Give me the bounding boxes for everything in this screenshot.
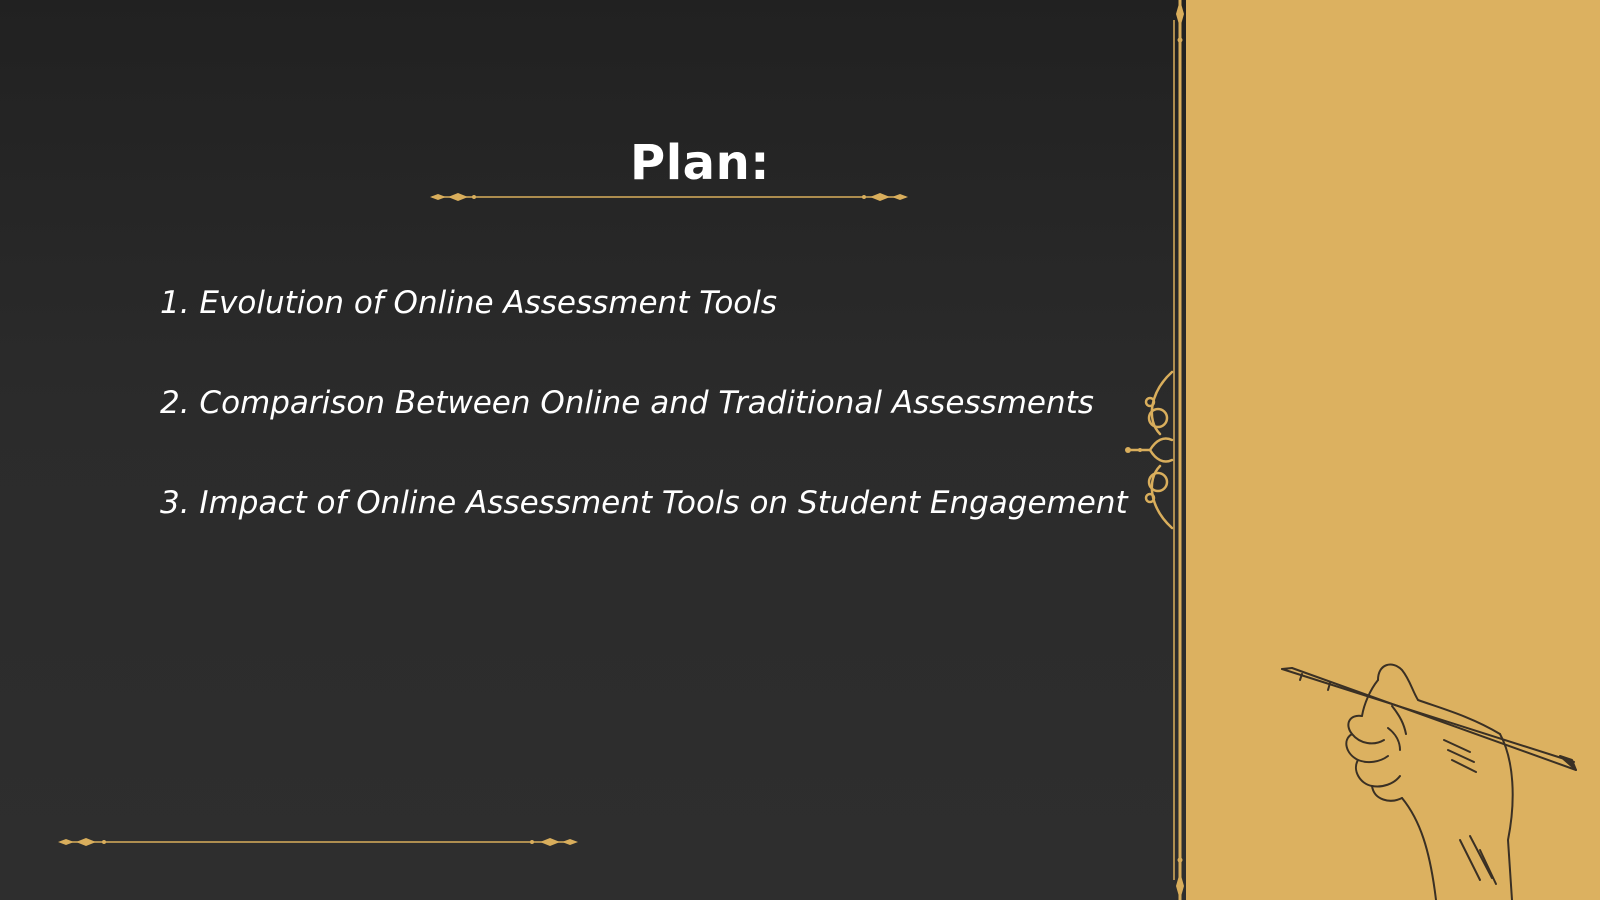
hand-writing-pencil-icon [1281, 663, 1577, 900]
scroll-flourish-icon [1125, 370, 1174, 530]
slide-title: Plan: [630, 135, 770, 191]
plan-item-1: 1. Evolution of Online Assessment Tools [160, 285, 778, 321]
plan-item-3: 3. Impact of Online Assessment Tools on … [160, 485, 1128, 521]
title-divider-icon [430, 193, 908, 201]
plan-list: 1. Evolution of Online Assessment Tools … [160, 283, 1128, 583]
plan-item-2: 2. Comparison Between Online and Traditi… [160, 385, 1094, 421]
bottom-divider-icon [58, 838, 578, 846]
slide: Plan: 1. Evolution of Online Assessment … [0, 0, 1600, 900]
